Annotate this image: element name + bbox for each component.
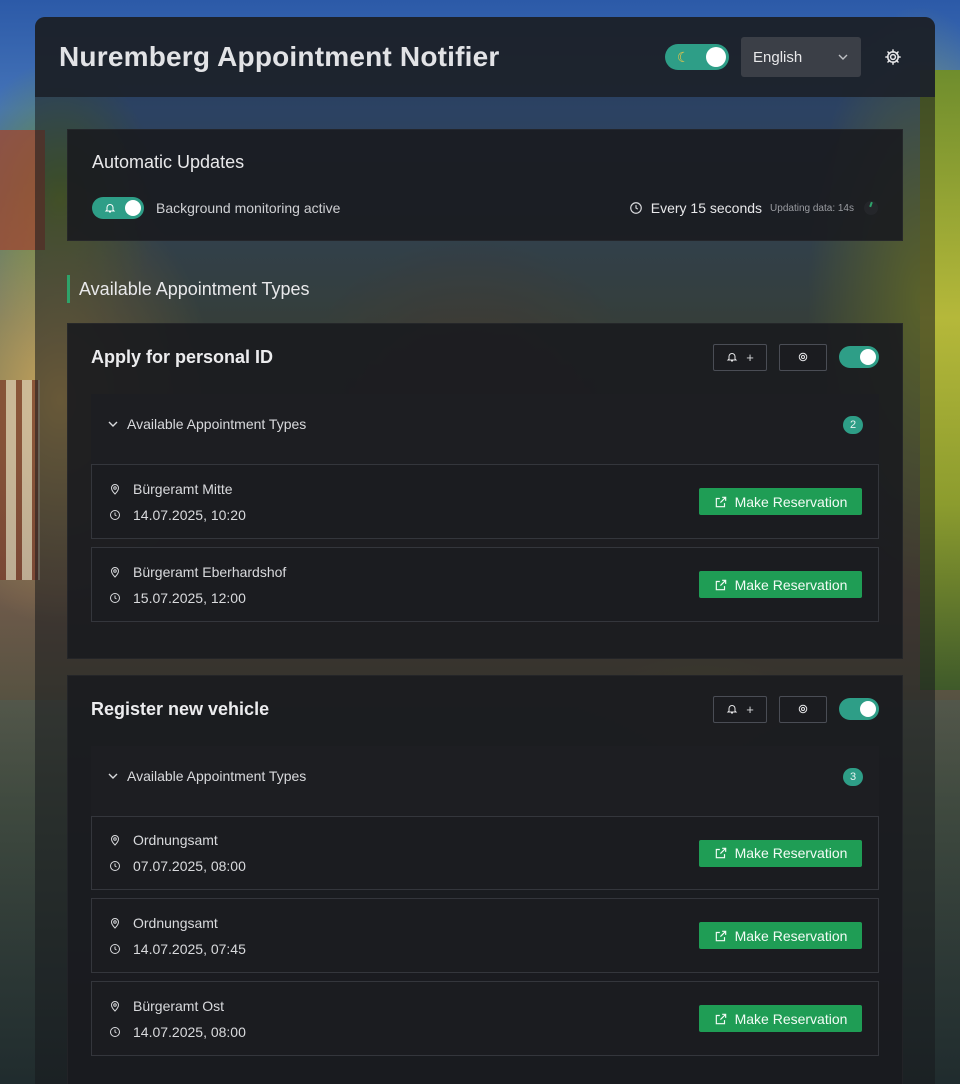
slot-datetime: 14.07.2025, 07:45 [133,940,246,957]
chevron-down-icon [838,54,848,60]
make-reservation-button[interactable]: Make Reservation [699,922,862,949]
language-value: English [753,48,803,66]
settings-button[interactable] [881,45,905,69]
location-pin-icon [110,483,120,495]
make-reservation-button[interactable]: Make Reservation [699,571,862,598]
app-window: Nuremberg Appointment Notifier ☾ English… [35,17,935,1084]
service-card: Apply for personal ID + Available Appoin… [67,323,903,659]
progress-spinner [864,201,878,215]
toggle-knob [860,701,876,717]
add-notification-button[interactable]: + [713,343,767,371]
make-reservation-button[interactable]: Make Reservation [699,1005,862,1032]
update-interval: Every 15 seconds Updating data: 14s [629,200,878,216]
service-settings-button[interactable] [779,343,827,371]
section-title: Available Appointment Types [67,275,903,303]
theme-toggle[interactable]: ☾ [665,44,729,70]
appointment-slot: Bürgeramt Mitte 14.07.2025, 10:20 Make R… [91,464,879,539]
appointment-slot: Bürgeramt Eberhardshof 15.07.2025, 12:00… [91,547,879,622]
appointment-slot: Bürgeramt Ost 14.07.2025, 08:00 Make Res… [91,981,879,1056]
toggle-knob [706,47,726,67]
clock-icon [110,592,120,603]
bell-icon [726,353,738,362]
slot-datetime: 14.07.2025, 10:20 [133,506,246,523]
clock-icon [110,943,120,954]
slot-location: Bürgeramt Mitte [133,480,233,497]
chevron-down-icon [108,421,118,427]
service-title: Apply for personal ID [91,346,274,367]
toggle-knob [125,200,141,216]
app-header: Nuremberg Appointment Notifier ☾ English [35,17,935,97]
count-badge: 2 [843,416,863,434]
gear-icon [798,352,808,362]
language-select[interactable]: English [741,37,861,77]
slot-location: Ordnungsamt [133,914,218,931]
add-notification-button[interactable]: + [713,695,767,723]
external-link-icon [715,496,726,507]
appointment-slot: Ordnungsamt 07.07.2025, 08:00 Make Reser… [91,816,879,890]
appointment-slot: Ordnungsamt 14.07.2025, 07:45 Make Reser… [91,898,879,973]
external-link-icon [715,579,726,590]
external-link-icon [715,1013,726,1024]
plus-label: + [746,349,754,365]
available-types-label: Available Appointment Types [127,768,307,784]
slot-location: Ordnungsamt [133,832,218,848]
clock-icon [110,509,120,520]
main-content: Automatic Updates Background monitoring … [35,97,935,1084]
auto-updates-card: Automatic Updates Background monitoring … [67,129,903,241]
location-pin-icon [110,1000,120,1012]
monitoring-label: Background monitoring active [156,200,341,216]
chevron-down-icon [108,773,118,779]
interval-text: Every 15 seconds [650,200,763,216]
auto-updates-title: Automatic Updates [92,152,245,172]
service-title: Register new vehicle [91,698,270,719]
clock-icon [110,1026,120,1037]
make-reservation-button[interactable]: Make Reservation [699,488,862,515]
toggle-knob [860,349,876,365]
app-title: Nuremberg Appointment Notifier [59,41,500,72]
slot-datetime: 07.07.2025, 08:00 [133,858,246,874]
bell-icon [726,705,738,714]
slot-datetime: 15.07.2025, 12:00 [133,589,246,606]
available-types-label: Available Appointment Types [127,416,307,432]
reservation-label: Make Reservation [734,1010,848,1027]
make-reservation-button[interactable]: Make Reservation [699,839,862,867]
available-types-header[interactable]: Available Appointment Types 3 [91,746,879,816]
bg-house [0,380,40,580]
service-toggle[interactable] [839,698,879,720]
available-types-header[interactable]: Available Appointment Types 2 [91,394,879,464]
gear-icon [798,704,808,714]
service-card: Register new vehicle + Available Appoint… [67,675,903,1084]
slot-datetime: 14.07.2025, 08:00 [133,1023,246,1040]
gear-icon [885,49,901,65]
location-pin-icon [110,835,120,846]
moon-icon: ☾ [677,49,690,65]
plus-label: + [746,701,754,717]
service-settings-button[interactable] [779,695,827,723]
location-pin-icon [110,917,120,929]
updating-text: Updating data: 14s [770,202,854,214]
slot-location: Bürgeramt Ost [133,997,225,1014]
external-link-icon [715,847,726,859]
reservation-label: Make Reservation [734,493,848,510]
monitoring-toggle[interactable] [92,197,144,219]
reservation-label: Make Reservation [734,927,848,944]
clock-icon [110,861,120,871]
slot-location: Bürgeramt Eberhardshof [133,563,287,580]
count-badge: 3 [843,768,863,786]
reservation-label: Make Reservation [734,845,848,861]
location-pin-icon [110,566,120,578]
service-toggle[interactable] [839,346,879,368]
bell-icon [104,204,116,213]
external-link-icon [715,930,726,941]
clock-icon [629,202,642,214]
reservation-label: Make Reservation [734,576,848,593]
